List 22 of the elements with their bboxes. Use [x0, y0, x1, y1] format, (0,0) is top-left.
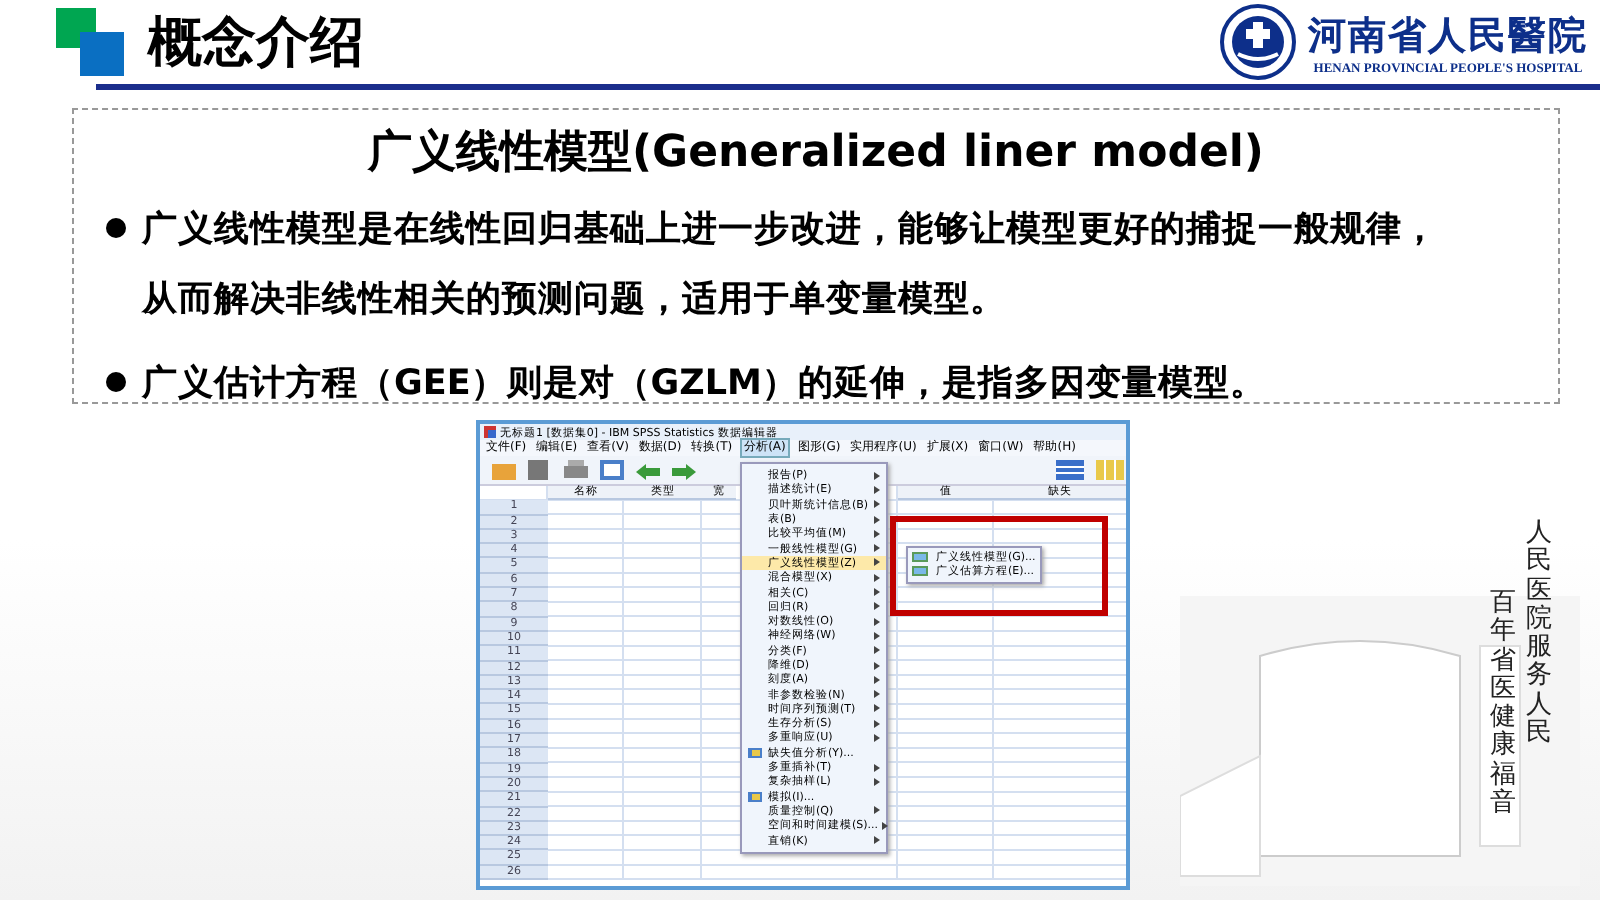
table-icon	[1056, 460, 1084, 480]
concept-heading: 广义线性模型(Generalized liner model)	[365, 126, 1266, 182]
redo-icon[interactable]	[672, 460, 696, 480]
print-icon[interactable]	[564, 460, 588, 480]
hospital-name: 河南省人民醫院	[1308, 11, 1588, 61]
bullet-text: 广义估计方程（GEE）则是对（GZLM）的延伸，是指多因变量模型。	[142, 361, 1268, 408]
app-icon	[484, 426, 496, 438]
bullet-icon	[106, 372, 126, 392]
slide-title: 概念介绍	[148, 10, 364, 78]
menu-entry-icon	[748, 747, 762, 758]
bullet-text: 广义线性模型是在线性回归基础上进一步改进，能够让模型更好的捕捉一般规律，从而解决非线性相关的预测问题，适用于单变量模型。	[142, 207, 1440, 324]
menu-entry-icon	[748, 791, 762, 802]
columns-icon	[1096, 460, 1124, 480]
motto-text: 百年省医健康福音	[1490, 590, 1516, 819]
bullet-icon	[106, 218, 126, 238]
undo-icon[interactable]	[636, 460, 660, 480]
motto-text: 人民医院服务人民	[1526, 520, 1552, 749]
dialog-icon[interactable]	[600, 460, 624, 480]
folder-icon[interactable]	[492, 460, 516, 480]
save-icon[interactable]	[528, 460, 552, 480]
squares-logo-icon	[56, 8, 124, 76]
hospital-emblem-icon	[1220, 4, 1296, 80]
